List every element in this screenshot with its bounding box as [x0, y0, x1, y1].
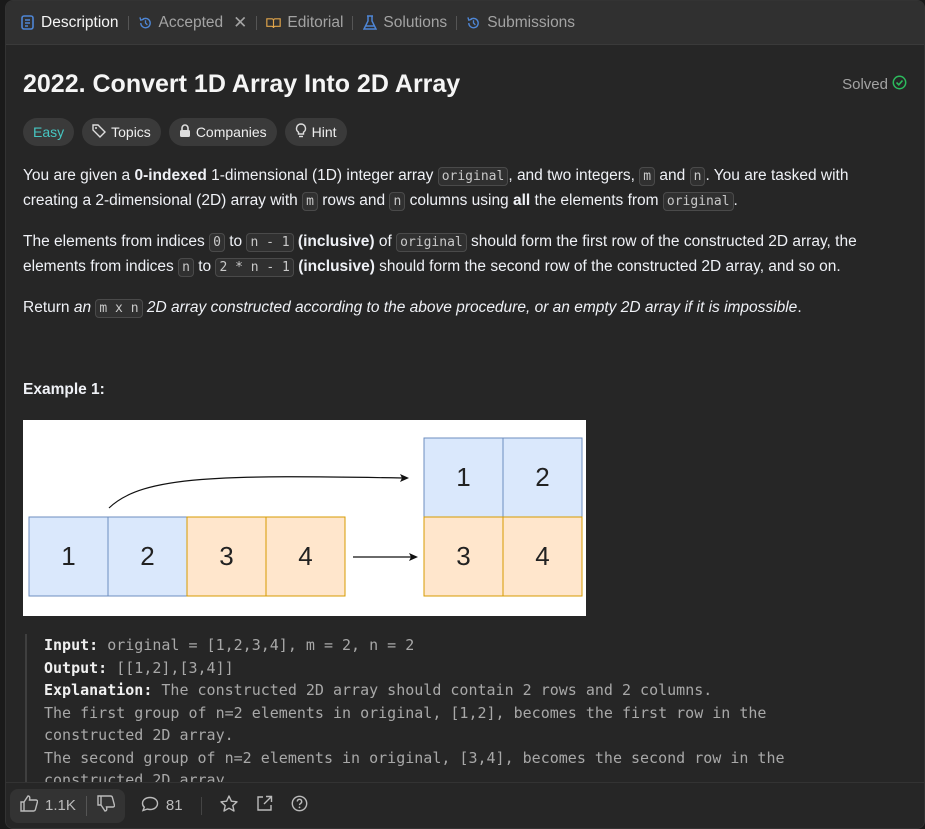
- description-paragraph-1: You are given a 0-indexed 1-dimensional …: [23, 167, 849, 211]
- tab-label: Editorial: [287, 13, 344, 31]
- tab-divider: [456, 15, 458, 30]
- result-array: 1 2 3 4: [423, 437, 583, 597]
- tab-divider: [256, 15, 258, 30]
- example-diagram: 1 2 3 4 1 2 3 4: [23, 420, 586, 616]
- help-button[interactable]: [291, 795, 308, 817]
- lock-icon: [179, 123, 191, 141]
- problem-title[interactable]: 2022. Convert 1D Array Into 2D Array: [23, 70, 460, 99]
- share-icon: [256, 795, 273, 817]
- source-cell-3: 3: [219, 541, 233, 571]
- like-count: 1.1K: [45, 797, 76, 814]
- tab-label: Accepted: [158, 13, 224, 31]
- star-icon: [219, 794, 238, 817]
- hint-label: Hint: [311, 124, 337, 140]
- result-cell-3: 3: [456, 541, 470, 571]
- history-icon: [138, 15, 153, 30]
- book-icon: [266, 15, 282, 30]
- example-title: Example 1:: [23, 381, 105, 398]
- tab-label: Description: [41, 13, 119, 31]
- comment-count: 81: [165, 797, 183, 814]
- hint-button[interactable]: Hint: [284, 118, 347, 146]
- curved-arrow: [108, 476, 404, 509]
- tab-editorial[interactable]: Editorial: [266, 1, 343, 45]
- companies-label: Companies: [195, 124, 267, 140]
- check-circle-icon: [892, 75, 907, 94]
- tab-label: Solutions: [383, 13, 448, 31]
- thumbs-down-icon: [97, 794, 116, 817]
- source-array: 1 2 3 4: [28, 516, 346, 597]
- result-cell-2: 2: [535, 462, 549, 492]
- flask-icon: [362, 14, 377, 30]
- comment-icon: [141, 796, 159, 816]
- close-icon[interactable]: ✕: [233, 13, 247, 33]
- history-icon: [466, 15, 481, 30]
- source-cell-2: 2: [140, 541, 154, 571]
- bottom-toolbar: 1.1K 81: [6, 782, 924, 828]
- help-circle-icon: [291, 795, 308, 817]
- tag-row: Easy Topics Companies Hint: [23, 118, 907, 146]
- result-cell-4: 4: [535, 541, 549, 571]
- source-cell-4: 4: [298, 541, 312, 571]
- companies-button[interactable]: Companies: [168, 118, 277, 146]
- tab-submissions[interactable]: Submissions: [466, 1, 575, 45]
- tab-description[interactable]: Description: [20, 1, 119, 45]
- vote-group: 1.1K: [10, 788, 125, 823]
- source-cell-1: 1: [61, 541, 75, 571]
- tab-solutions[interactable]: Solutions: [362, 1, 447, 45]
- difficulty-badge: Easy: [23, 118, 75, 146]
- like-button[interactable]: 1.1K: [10, 789, 86, 823]
- toolbar-divider: [200, 796, 202, 815]
- dislike-button[interactable]: [87, 789, 125, 823]
- comments-button[interactable]: 81: [141, 796, 183, 816]
- description-icon: [20, 15, 35, 30]
- result-cell-1: 1: [456, 462, 470, 492]
- tag-icon: [92, 123, 107, 141]
- tab-label: Submissions: [487, 13, 576, 31]
- lightbulb-icon: [295, 123, 307, 141]
- description-content: 2022. Convert 1D Array Into 2D Array Sol…: [6, 45, 924, 782]
- tab-divider: [127, 15, 129, 30]
- tab-divider: [352, 15, 354, 30]
- solved-status: Solved: [842, 75, 907, 94]
- share-button[interactable]: [256, 795, 273, 817]
- tab-accepted[interactable]: Accepted ✕: [138, 1, 247, 45]
- tab-bar: Description Accepted ✕ Editorial Solutio…: [6, 1, 924, 45]
- topics-button[interactable]: Topics: [82, 118, 161, 146]
- solved-label: Solved: [842, 75, 888, 93]
- thumbs-up-icon: [20, 795, 39, 816]
- favorite-button[interactable]: [219, 794, 238, 817]
- description-paragraph-3: Return an m x n 2D array constructed acc…: [23, 299, 802, 318]
- topics-label: Topics: [111, 124, 151, 140]
- description-paragraph-2: The elements from indices 0 to n - 1 (in…: [23, 233, 857, 277]
- example-io-block: Input: original = [1,2,3,4], m = 2, n = …: [25, 634, 907, 782]
- title-row: 2022. Convert 1D Array Into 2D Array Sol…: [23, 69, 907, 99]
- problem-panel: Description Accepted ✕ Editorial Solutio…: [5, 0, 925, 829]
